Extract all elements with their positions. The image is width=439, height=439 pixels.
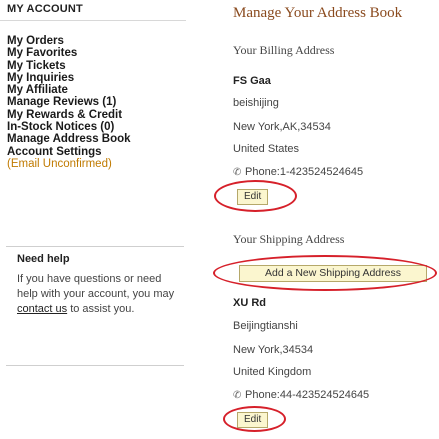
menu-item-my-favorites[interactable]: My Favorites [7, 47, 131, 59]
billing-address-heading: Your Billing Address [233, 43, 335, 57]
shipping-name: XU Rd [233, 297, 266, 309]
menu-item-my-orders[interactable]: My Orders [7, 35, 131, 47]
menu-item-my-inquiries[interactable]: My Inquiries [7, 72, 131, 84]
shipping-phone-row: ✆ Phone:44-423524524645 [233, 389, 369, 401]
billing-street: beishijing [233, 97, 279, 109]
need-help-text: If you have questions or need help with … [17, 272, 177, 317]
account-menu: My Orders My Favorites My Tickets My Inq… [7, 35, 131, 170]
need-help-box: Need help If you have questions or need … [6, 246, 184, 366]
add-shipping-address-button[interactable]: Add a New Shipping Address [239, 265, 427, 282]
billing-name: FS Gaa [233, 75, 271, 87]
email-unconfirmed-link[interactable]: (Email Unconfirmed) [7, 158, 131, 170]
shipping-country: United Kingdom [233, 366, 312, 378]
address-book-panel: Manage Your Address Book Your Billing Ad… [233, 0, 439, 439]
billing-edit-button[interactable]: Edit [237, 189, 269, 205]
menu-item-manage-reviews[interactable]: Manage Reviews (1) [7, 96, 131, 108]
shipping-street: Beijingtianshi [233, 320, 298, 332]
menu-item-manage-address-book[interactable]: Manage Address Book [7, 133, 131, 145]
menu-item-in-stock-notices[interactable]: In-Stock Notices (0) [7, 121, 131, 133]
contact-us-link[interactable]: contact us [17, 303, 67, 315]
account-title: MY ACCOUNT [7, 3, 83, 15]
menu-item-my-tickets[interactable]: My Tickets [7, 60, 131, 72]
shipping-city: New York,34534 [233, 344, 314, 356]
billing-city: New York,AK,34534 [233, 121, 331, 133]
phone-icon: ✆ [233, 390, 242, 401]
need-help-text-before: If you have questions or need help with … [17, 273, 175, 300]
billing-phone: Phone:1-423524524645 [245, 166, 364, 178]
shipping-address-heading: Your Shipping Address [233, 232, 345, 246]
need-help-text-after: to assist you. [67, 303, 135, 315]
menu-item-account-settings[interactable]: Account Settings [7, 146, 131, 158]
shipping-phone: Phone:44-423524524645 [245, 389, 370, 401]
menu-item-my-affiliate[interactable]: My Affiliate [7, 84, 131, 96]
billing-phone-row: ✆ Phone:1-423524524645 [233, 166, 363, 178]
billing-country: United States [233, 143, 300, 155]
need-help-title: Need help [17, 253, 70, 265]
shipping-edit-button[interactable]: Edit [237, 412, 269, 428]
page-title: Manage Your Address Book [233, 5, 403, 21]
menu-item-rewards-credit[interactable]: My Rewards & Credit [7, 109, 131, 121]
account-header: MY ACCOUNT [0, 0, 186, 21]
phone-icon: ✆ [233, 167, 242, 178]
